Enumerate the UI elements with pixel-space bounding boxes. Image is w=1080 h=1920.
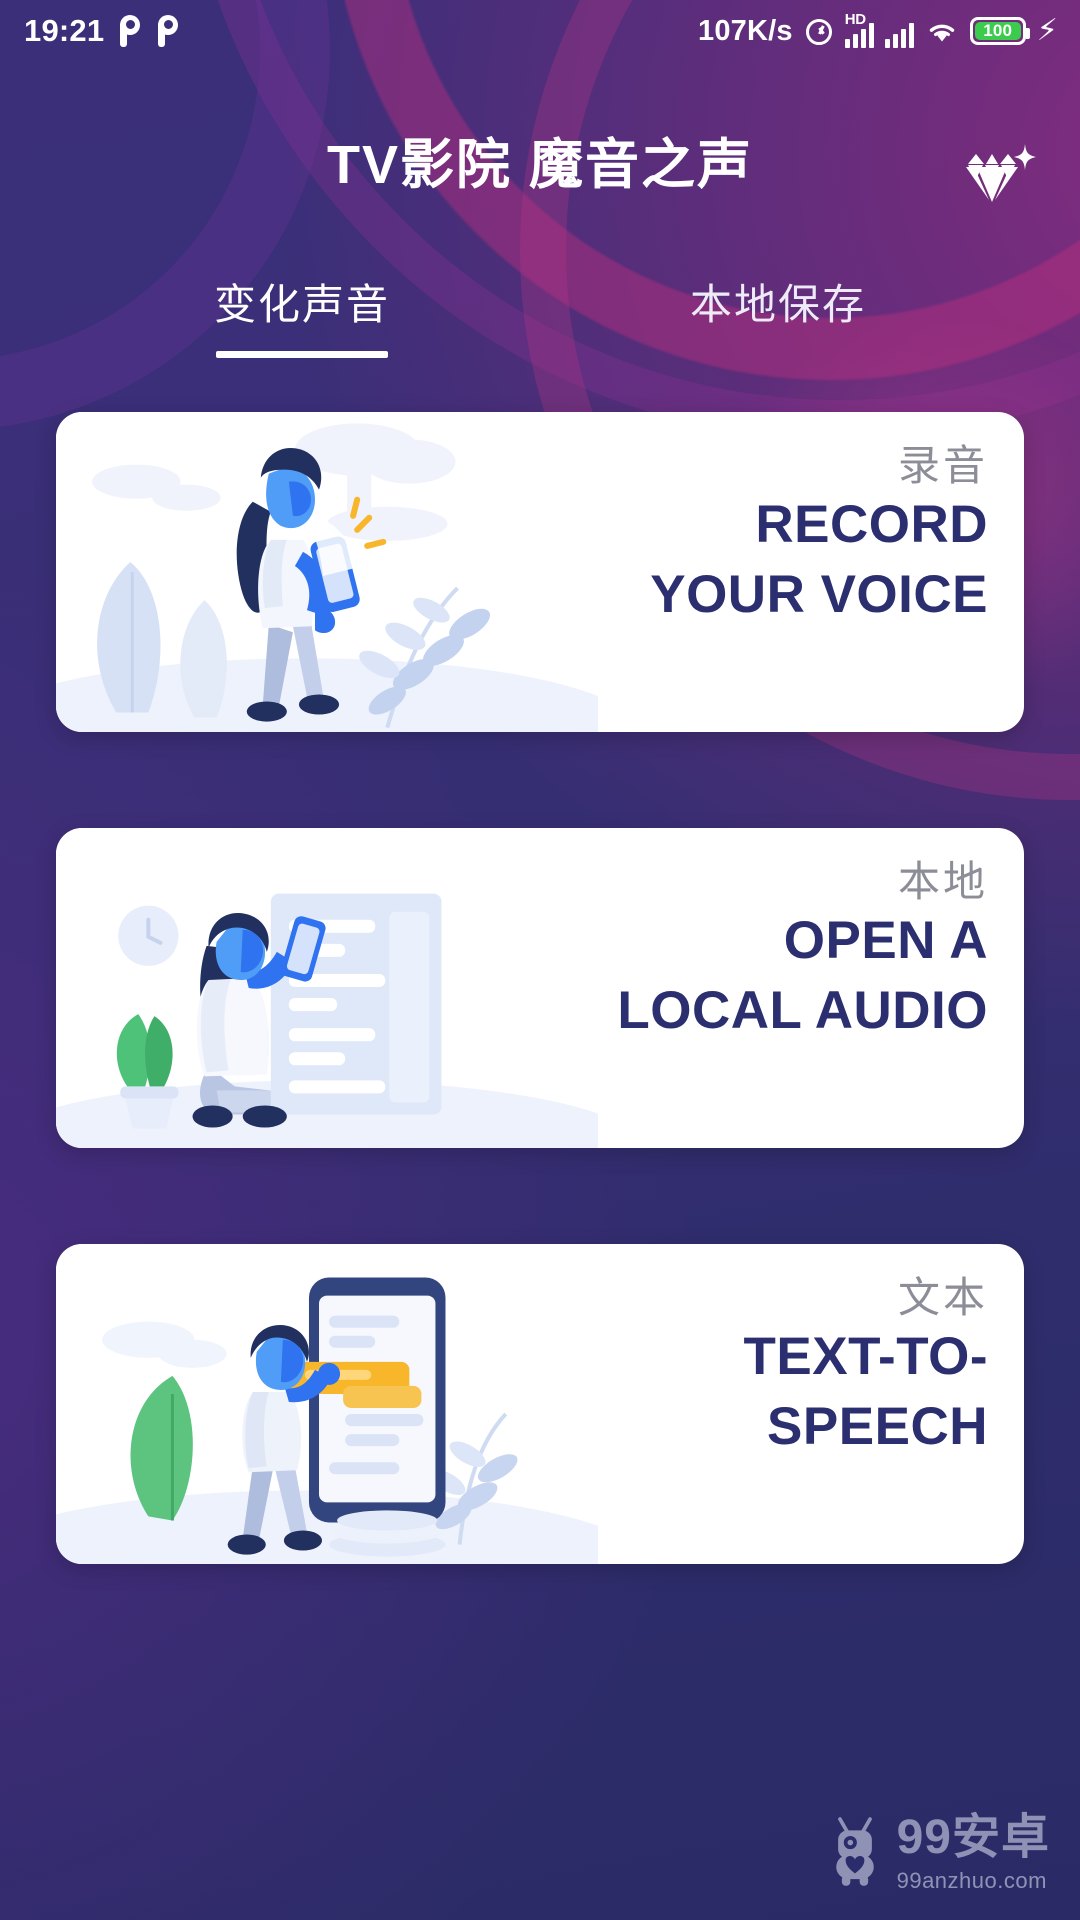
card-en-text: TEXT-TO- SPEECH — [744, 1322, 988, 1462]
card-en-text: OPEN A LOCAL AUDIO — [617, 906, 988, 1046]
card-text-to-speech[interactable]: 文本 TEXT-TO- SPEECH — [56, 1244, 1024, 1564]
card-en-line2: SPEECH — [767, 1396, 988, 1456]
tab-active-underline — [216, 351, 388, 358]
illustration-record-voice — [56, 412, 599, 732]
wifi-icon — [925, 17, 959, 45]
tab-bar: 变化声音 本地保存 — [0, 271, 1080, 358]
card-cn-label: 本地 — [897, 858, 988, 905]
diamond-icon[interactable] — [946, 138, 1038, 222]
tab-label: 变化声音 — [213, 281, 390, 328]
alarm-icon — [804, 16, 834, 46]
status-bar-right: 107K/s HD 100 ⚡ — [698, 11, 1058, 48]
hd-label: HD — [844, 11, 866, 28]
watermark-main: 99安卓 — [896, 1811, 1050, 1864]
hd-signal-icon: HD — [844, 11, 874, 48]
card-cn-label: 录音 — [897, 442, 988, 489]
watermark-sub: 99anzhuo.com — [896, 1868, 1047, 1893]
app-root: 19:21 107K/s HD 100 ⚡ TV影院 魔音之声 变化声音 本地保… — [0, 0, 1080, 1920]
page-title: TV影院 魔音之声 — [326, 135, 753, 195]
pin-icon — [118, 15, 142, 47]
android-robot-icon — [825, 1813, 885, 1894]
illustration-text-to-speech — [56, 1244, 599, 1564]
tab-local-saved[interactable]: 本地保存 — [540, 271, 1016, 358]
network-speed-label: 107K/s — [698, 14, 793, 47]
signal-bars-icon — [884, 14, 914, 48]
card-en-line1: TEXT-TO- — [743, 1327, 988, 1386]
watermark-text: 99安卓 99anzhuo.com — [897, 1814, 1050, 1894]
card-en-text: RECORD YOUR VOICE — [650, 490, 988, 630]
status-time: 19:21 — [24, 13, 105, 48]
app-header: TV影院 魔音之声 — [0, 62, 1080, 202]
card-cn-label: 文本 — [897, 1274, 988, 1321]
illustration-local-audio — [56, 828, 599, 1148]
card-en-line2: YOUR VOICE — [650, 564, 988, 624]
status-bar-left: 19:21 — [24, 13, 180, 49]
card-record-your-voice[interactable]: 录音 RECORD YOUR VOICE — [56, 412, 1024, 732]
charging-bolt-icon: ⚡ — [1036, 14, 1058, 47]
card-open-local-audio[interactable]: 本地 OPEN A LOCAL AUDIO — [56, 828, 1024, 1148]
card-list: 录音 RECORD YOUR VOICE 本地 OPEN A LOCAL AUD… — [0, 412, 1080, 1564]
battery-level: 100 — [983, 21, 1013, 40]
card-en-line1: RECORD — [755, 495, 988, 554]
tab-label: 本地保存 — [689, 281, 866, 328]
status-bar: 19:21 107K/s HD 100 ⚡ — [0, 0, 1080, 62]
tab-change-voice[interactable]: 变化声音 — [64, 271, 540, 358]
battery-icon: 100 — [969, 17, 1030, 45]
card-en-line2: LOCAL AUDIO — [617, 980, 988, 1040]
pin-icon — [156, 15, 180, 47]
card-en-line1: OPEN A — [783, 911, 988, 970]
watermark: 99安卓 99anzhuo.com — [825, 1813, 1050, 1894]
